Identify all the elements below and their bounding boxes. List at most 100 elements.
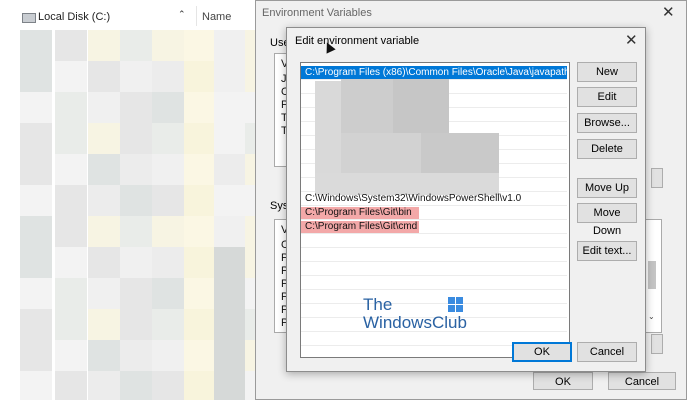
mosaic-cell — [214, 340, 246, 371]
mosaic-cell — [152, 30, 184, 61]
list-item[interactable]: C:\Program Files\Git\bin — [301, 206, 567, 220]
mosaic-cell — [184, 216, 216, 247]
mosaic-cell — [88, 371, 120, 400]
window-title: Environment Variables — [262, 7, 372, 19]
mosaic-cell — [88, 92, 120, 123]
close-icon[interactable]: ✕ — [625, 31, 638, 49]
mosaic-cell — [55, 61, 87, 92]
mosaic-cell — [152, 340, 184, 371]
mosaic-cell — [214, 309, 246, 340]
mosaic-cell — [152, 309, 184, 340]
mosaic-cell — [214, 185, 246, 216]
mosaic-cell — [184, 185, 216, 216]
mosaic-cell — [20, 216, 52, 247]
drive-label[interactable]: Local Disk (C:) — [38, 11, 110, 23]
list-item[interactable]: C:\Program Files (x86)\Common Files\Orac… — [301, 66, 569, 80]
mosaic-cell — [214, 30, 246, 61]
env-ok-button[interactable]: OK — [533, 372, 593, 390]
list-item[interactable] — [301, 262, 567, 276]
mosaic-cell — [214, 371, 246, 400]
mosaic-cell — [88, 340, 120, 371]
list-item[interactable] — [301, 248, 567, 262]
mosaic-cell — [152, 216, 184, 247]
mosaic-cell — [55, 30, 87, 61]
mosaic-cell — [88, 30, 120, 61]
mosaic-cell — [214, 216, 246, 247]
env-cancel-button[interactable]: Cancel — [608, 372, 676, 390]
ok-button[interactable]: OK — [512, 342, 572, 362]
move-down-button[interactable]: Move Down — [577, 203, 637, 237]
mosaic-cell — [55, 154, 87, 185]
mosaic-cell — [184, 154, 216, 185]
mosaic-cell — [184, 247, 216, 278]
move-up-button[interactable]: Move Up — [577, 178, 637, 198]
mosaic-cell — [20, 61, 52, 92]
close-icon[interactable]: ✕ — [662, 3, 675, 21]
mosaic-cell — [55, 247, 87, 278]
mosaic-cell — [20, 371, 52, 400]
list-item[interactable] — [301, 276, 567, 290]
mosaic-cell — [184, 61, 216, 92]
mosaic-cell — [120, 185, 152, 216]
list-item[interactable]: C:\Program Files\Git\cmd — [301, 220, 567, 234]
chevron-down-icon[interactable]: ⌄ — [648, 312, 655, 321]
blurred-region — [341, 133, 421, 173]
mosaic-cell — [55, 309, 87, 340]
mosaic-cell — [184, 278, 216, 309]
mosaic-cell — [152, 278, 184, 309]
delete-button[interactable]: Delete — [577, 139, 637, 159]
mosaic-cell — [120, 61, 152, 92]
edit-button[interactable]: Edit — [577, 87, 637, 107]
mosaic-cell — [184, 92, 216, 123]
mosaic-cell — [88, 185, 120, 216]
mosaic-cell — [55, 92, 87, 123]
mosaic-cell — [55, 185, 87, 216]
edit-text-button[interactable]: Edit text... — [577, 241, 637, 261]
cancel-button[interactable]: Cancel — [577, 342, 637, 362]
mosaic-cell — [120, 309, 152, 340]
edit-environment-variable-dialog: Edit environment variable ✕ C:\Program F… — [286, 27, 646, 372]
new-button[interactable]: New — [577, 62, 637, 82]
mosaic-cell — [184, 123, 216, 154]
drive-icon — [22, 13, 36, 23]
mosaic-cell — [214, 154, 246, 185]
mosaic-cell — [152, 61, 184, 92]
scrollbar-thumb[interactable] — [648, 261, 656, 289]
mosaic-cell — [88, 247, 120, 278]
mosaic-cell — [214, 61, 246, 92]
mosaic-cell — [120, 30, 152, 61]
mosaic-cell — [55, 278, 87, 309]
list-item[interactable] — [301, 290, 567, 304]
mosaic-cell — [184, 309, 216, 340]
mosaic-cell — [214, 278, 246, 309]
mosaic-cell — [152, 185, 184, 216]
file-explorer-window: Local Disk (C:) ⌃ Name — [0, 0, 262, 400]
scroll-up-icon[interactable]: ⌃ — [178, 9, 186, 20]
list-item[interactable]: C:\Windows\System32\WindowsPowerShell\v1… — [301, 192, 567, 206]
mosaic-cell — [88, 123, 120, 154]
name-column-header[interactable]: Name — [202, 11, 231, 23]
mosaic-cell — [214, 92, 246, 123]
mosaic-cell — [88, 154, 120, 185]
mosaic-cell — [120, 278, 152, 309]
mosaic-cell — [120, 92, 152, 123]
mosaic-cell — [20, 278, 52, 309]
browse-button[interactable]: Browse... — [577, 113, 637, 133]
path-entries-list[interactable]: C:\Program Files (x86)\Common Files\Orac… — [300, 62, 570, 358]
mosaic-cell — [152, 247, 184, 278]
system-delete-button[interactable] — [651, 334, 663, 354]
mosaic-cell — [120, 216, 152, 247]
user-delete-button[interactable] — [651, 168, 663, 188]
mosaic-cell — [88, 216, 120, 247]
mosaic-cell — [120, 247, 152, 278]
mosaic-cell — [55, 340, 87, 371]
mosaic-cell — [184, 30, 216, 61]
mosaic-cell — [55, 123, 87, 154]
mosaic-cell — [152, 123, 184, 154]
mosaic-cell — [120, 371, 152, 400]
mosaic-cell — [20, 123, 52, 154]
blurred-region — [393, 79, 449, 133]
list-item[interactable] — [301, 234, 567, 248]
mosaic-cell — [88, 309, 120, 340]
mosaic-cell — [20, 154, 52, 185]
